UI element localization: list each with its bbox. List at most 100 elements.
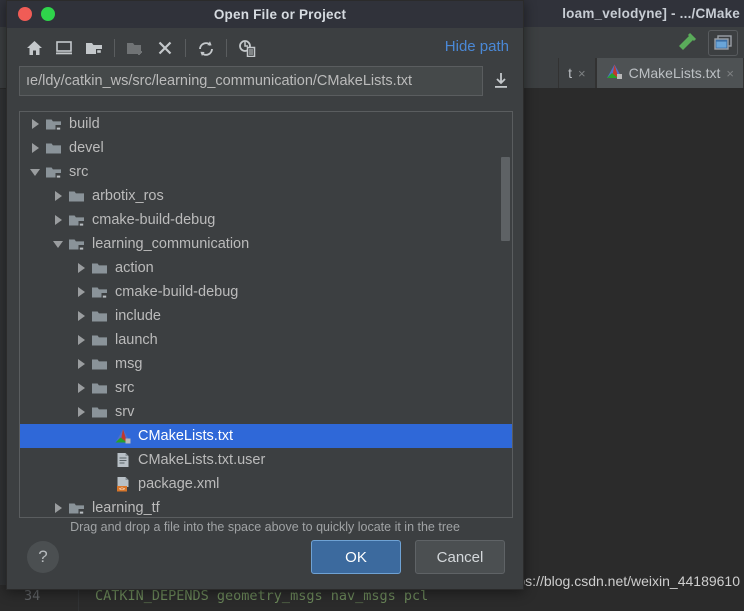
folder-icon (91, 404, 109, 420)
help-button[interactable]: ? (27, 541, 59, 573)
tree-row[interactable]: src (20, 160, 512, 184)
ide-window-title: loam_velodyne] - .../CMake (562, 6, 740, 21)
folder-icon (91, 308, 109, 324)
code-line-text: CATKIN_DEPENDS geometry_msgs nav_msgs pc… (95, 588, 429, 604)
folder-module-icon (45, 164, 63, 180)
tree-row[interactable]: <> package.xml (20, 472, 512, 496)
dialog-titlebar: Open File or Project (7, 1, 523, 28)
folder-icon (68, 188, 86, 204)
tree-row-label: include (115, 307, 161, 324)
tree-row[interactable]: src (20, 376, 512, 400)
tree-row[interactable]: devel (20, 136, 512, 160)
tree-row[interactable]: cmake-build-debug (20, 280, 512, 304)
chevron-right-icon[interactable] (74, 357, 88, 371)
tree-row[interactable]: learning_tf (20, 496, 512, 517)
tree-row-label: devel (69, 139, 104, 156)
tree-row-label: launch (115, 331, 158, 348)
file-tree-panel[interactable]: build devel src arbotix_ros cmake-build-debu… (19, 111, 513, 518)
editor-tab-cmakelists[interactable]: CMakeLists.txt × (595, 58, 744, 88)
cmake-icon (114, 428, 132, 444)
chevron-right-icon[interactable] (74, 405, 88, 419)
close-icon[interactable]: × (578, 66, 586, 81)
tree-row-label: learning_communication (92, 235, 250, 252)
chevron-right-icon[interactable] (74, 309, 88, 323)
tree-row[interactable]: build (20, 112, 512, 136)
tree-row-label: learning_tf (92, 499, 160, 516)
tree-row[interactable]: msg (20, 352, 512, 376)
chevron-down-icon[interactable] (28, 165, 42, 179)
editor-tab-label: CMakeLists.txt (628, 65, 721, 81)
tree-row[interactable]: include (20, 304, 512, 328)
folder-icon (91, 332, 109, 348)
tree-row-label: src (69, 163, 89, 180)
new-folder-icon[interactable] (120, 34, 150, 62)
window-controls (18, 7, 55, 21)
editor-tab[interactable]: t × (558, 58, 596, 88)
folder-module-icon (68, 212, 86, 228)
maximize-window-icon[interactable] (41, 7, 55, 21)
hide-path-link[interactable]: Hide path (445, 38, 509, 55)
svg-text:<>: <> (119, 486, 125, 492)
line-number: 34 (24, 588, 41, 604)
toolbar-separator (226, 39, 227, 57)
toolbar-separator (185, 39, 186, 57)
chevron-right-icon[interactable] (28, 117, 42, 131)
open-file-dialog: Open File or Project Hide path ıe/ldy/ca… (6, 0, 524, 590)
chevron-right-icon[interactable] (28, 141, 42, 155)
cmake-icon (606, 64, 623, 82)
dialog-toolbar: Hide path (7, 28, 523, 68)
home-icon[interactable] (19, 34, 49, 62)
tree-row-label: build (69, 115, 100, 132)
folder-module-icon (68, 236, 86, 252)
tree-row-label: package.xml (138, 475, 220, 492)
tree-row-label: cmake-build-debug (115, 283, 239, 300)
dialog-footer: ? OK Cancel (7, 527, 523, 589)
file-icon (114, 452, 132, 468)
cancel-button[interactable]: Cancel (415, 540, 505, 574)
chevron-right-icon[interactable] (74, 261, 88, 275)
close-icon[interactable]: × (726, 66, 734, 81)
tree-row[interactable]: arbotix_ros (20, 184, 512, 208)
chevron-down-icon[interactable] (51, 237, 65, 251)
editor-tab-label: t (568, 65, 572, 81)
watermark-url: https://blog.csdn.net/weixin_44189610 (501, 573, 740, 589)
chevron-right-icon[interactable] (51, 501, 65, 515)
window-layout-icon[interactable] (708, 29, 738, 56)
tree-row[interactable]: srv (20, 400, 512, 424)
show-hidden-icon[interactable] (232, 34, 262, 62)
delete-icon[interactable] (150, 34, 180, 62)
chevron-right-icon[interactable] (51, 189, 65, 203)
tree-row[interactable]: launch (20, 328, 512, 352)
toolbar-separator (114, 39, 115, 57)
xml-file-icon: <> (114, 476, 132, 492)
tree-scrollbar-thumb[interactable] (501, 157, 510, 241)
ok-button[interactable]: OK (311, 540, 401, 574)
project-folder-icon[interactable] (79, 34, 109, 62)
tree-row[interactable]: learning_communication (20, 232, 512, 256)
tree-row-label: srv (115, 403, 135, 420)
build-hammer-icon[interactable] (672, 31, 698, 55)
tree-scrollbar[interactable] (501, 112, 511, 517)
tree-row[interactable]: CMakeLists.txt.user (20, 448, 512, 472)
chevron-right-icon[interactable] (74, 285, 88, 299)
tree-row-label: cmake-build-debug (92, 211, 216, 228)
download-arrow-icon[interactable] (491, 70, 511, 92)
folder-icon (91, 260, 109, 276)
close-window-icon[interactable] (18, 7, 32, 21)
chevron-right-icon[interactable] (74, 333, 88, 347)
desktop-icon[interactable] (49, 34, 79, 62)
tree-row[interactable]: cmake-build-debug (20, 208, 512, 232)
path-row: ıe/ldy/catkin_ws/src/learning_communicat… (7, 66, 523, 96)
file-tree[interactable]: build devel src arbotix_ros cmake-build-debu… (20, 112, 512, 517)
tree-row-label: CMakeLists.txt (138, 427, 234, 444)
tree-row[interactable]: action (20, 256, 512, 280)
tree-row[interactable]: CMakeLists.txt (20, 424, 512, 448)
path-input[interactable]: ıe/ldy/catkin_ws/src/learning_communicat… (19, 66, 483, 96)
chevron-right-icon[interactable] (51, 213, 65, 227)
refresh-icon[interactable] (191, 34, 221, 62)
tree-row-label: action (115, 259, 154, 276)
chevron-right-icon[interactable] (74, 381, 88, 395)
tree-row-label: src (115, 379, 135, 396)
